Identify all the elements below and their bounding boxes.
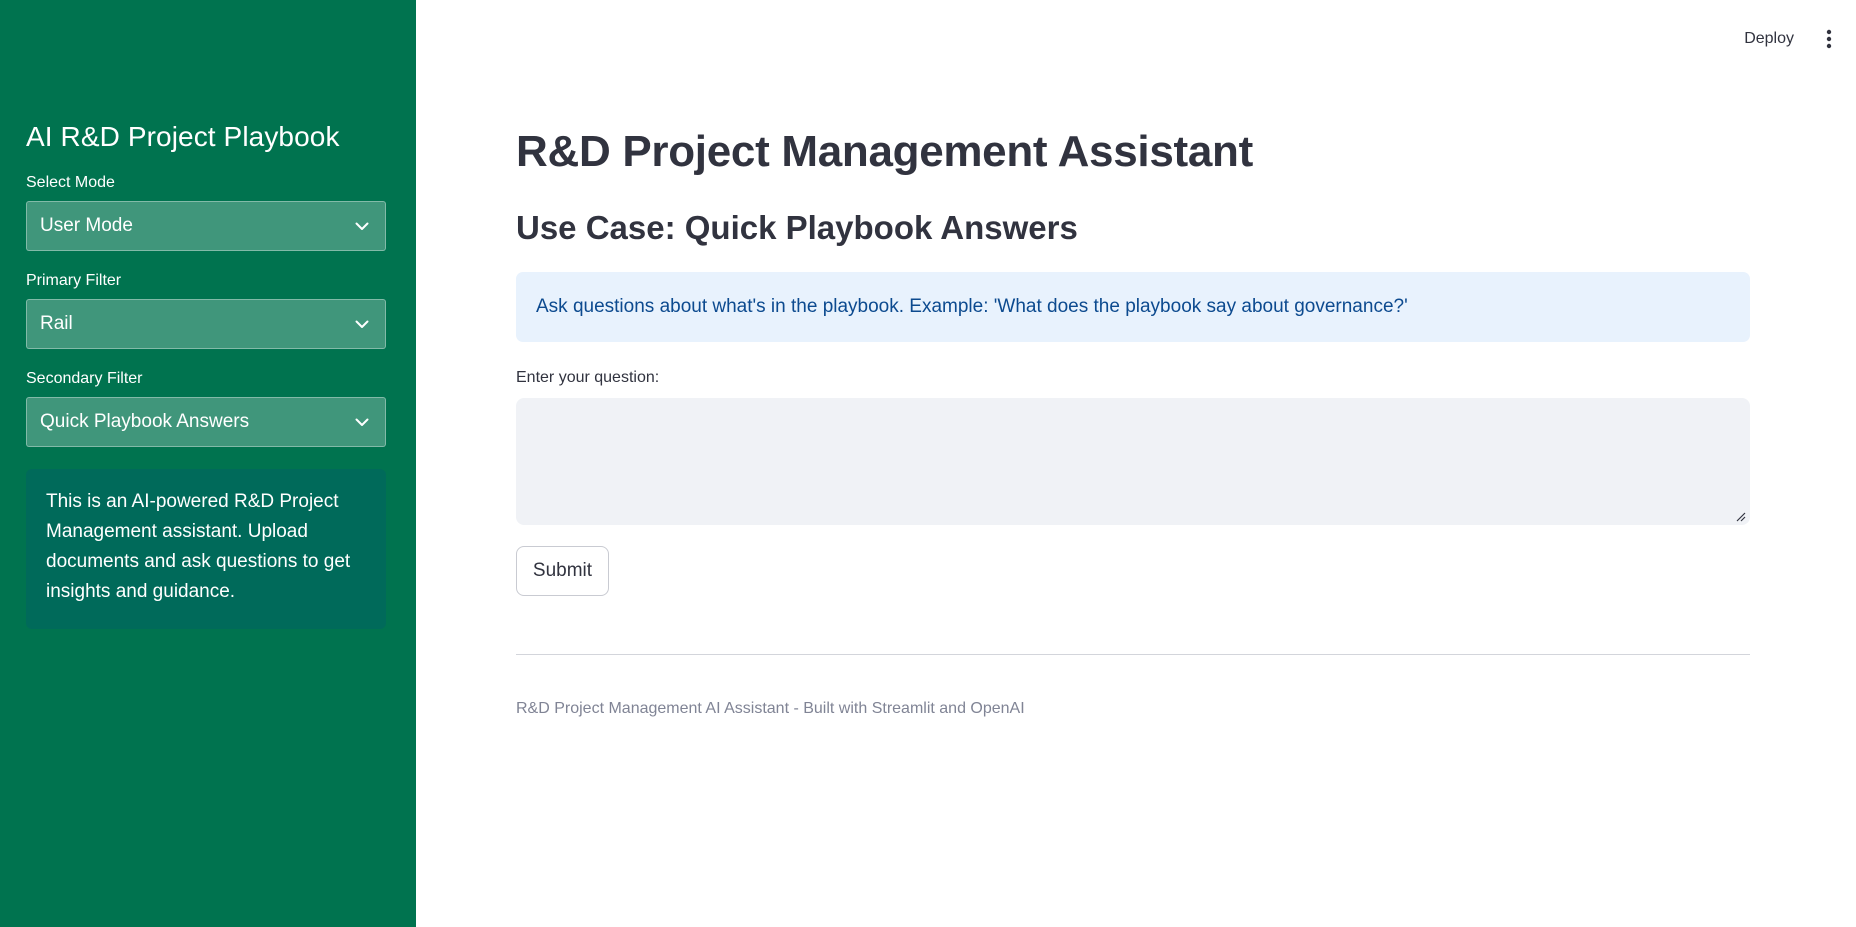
sidebar-info-box: This is an AI-powered R&D Project Manage… — [26, 469, 386, 629]
page-title: R&D Project Management Assistant — [516, 127, 1253, 176]
main-content: Deploy R&D Project Management Assistant … — [416, 0, 1856, 927]
question-input[interactable] — [516, 398, 1750, 525]
top-toolbar: Deploy — [1738, 26, 1836, 52]
chevron-down-icon — [353, 413, 371, 431]
app-root: AI R&D Project Playbook Select Mode User… — [0, 0, 1856, 927]
vertical-dots-icon[interactable] — [1822, 27, 1836, 51]
deploy-button[interactable]: Deploy — [1738, 26, 1800, 52]
content-column: R&D Project Management Assistant Use Cas… — [516, 120, 1750, 719]
footer-text: R&D Project Management AI Assistant - Bu… — [516, 700, 1025, 717]
select-mode-dropdown[interactable]: User Mode — [26, 201, 386, 251]
resize-handle-icon[interactable] — [1734, 509, 1746, 522]
info-alert: Ask questions about what's in the playbo… — [516, 272, 1750, 342]
select-mode-value: User Mode — [40, 215, 133, 236]
sidebar-title: AI R&D Project Playbook — [26, 121, 340, 152]
primary-filter-value: Rail — [40, 313, 73, 334]
chevron-down-icon — [353, 315, 371, 333]
sidebar: AI R&D Project Playbook Select Mode User… — [0, 0, 416, 927]
primary-filter-dropdown[interactable]: Rail — [26, 299, 386, 349]
secondary-filter-label: Secondary Filter — [26, 370, 143, 387]
divider — [516, 654, 1750, 655]
secondary-filter-value: Quick Playbook Answers — [40, 411, 250, 432]
question-label: Enter your question: — [516, 369, 660, 386]
use-case-title: Use Case: Quick Playbook Answers — [516, 209, 1078, 246]
primary-filter-label: Primary Filter — [26, 272, 122, 289]
info-alert-text: Ask questions about what's in the playbo… — [536, 296, 1408, 317]
chevron-down-icon — [353, 217, 371, 235]
select-mode-label: Select Mode — [26, 174, 115, 191]
secondary-filter-dropdown[interactable]: Quick Playbook Answers — [26, 397, 386, 447]
question-input-wrap — [516, 398, 1750, 525]
submit-button[interactable]: Submit — [516, 546, 609, 596]
